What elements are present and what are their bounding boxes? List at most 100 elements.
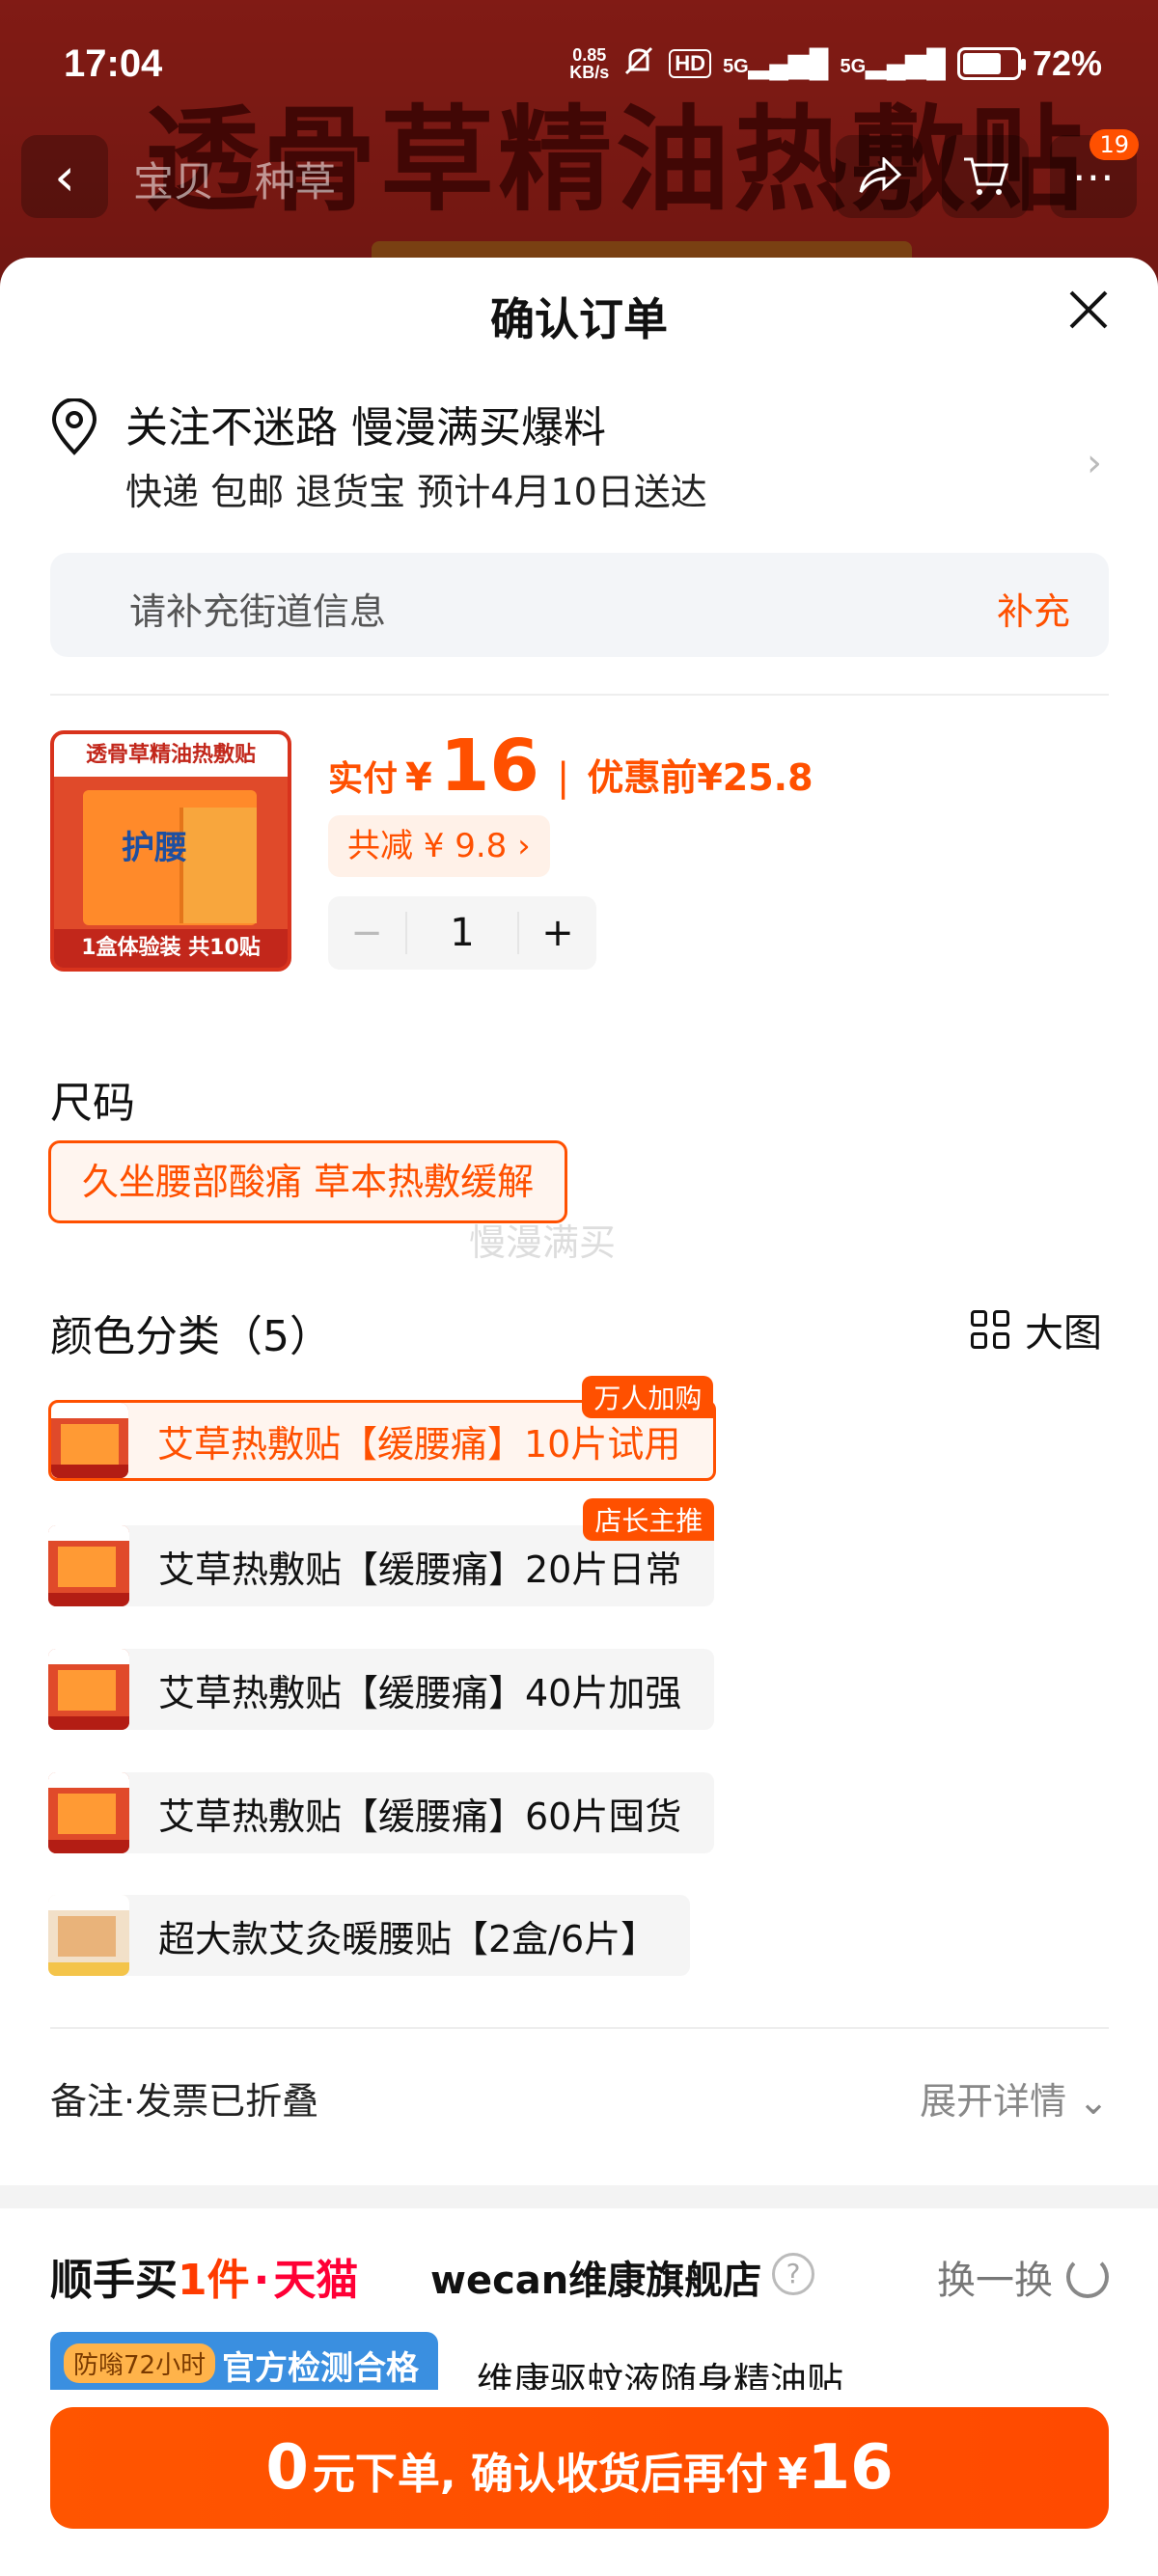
cart-button[interactable] [942,135,1029,218]
supplement-button[interactable]: 补充 [997,582,1070,635]
increment-button[interactable]: + [519,911,596,955]
variant-thumbnail [48,1649,129,1730]
status-bar: 17:04 0.85 KB/s HD 5G▂▄▆█ 5G▂▄▆█ 72% [0,0,1158,130]
variant-thumbnail [51,1403,128,1478]
before-amount: ¥25.8 [697,756,813,799]
size-option[interactable]: 久坐腰部酸痛 草本热敷缓解 [48,1140,568,1223]
addon-brand-num: 1件 [178,2256,250,2305]
cta-zero: 0 [265,2432,309,2504]
before-label: 优惠前 [587,756,698,799]
divider [50,2027,1109,2029]
price-row: 实付 ¥ 16 | 优惠前 ¥25.8 [328,725,813,808]
variant-thumbnail [48,1895,129,1976]
variant-tag: 店长主推 [583,1498,715,1541]
pay-amount: 16 [439,725,539,808]
mute-icon [620,42,657,84]
address-section[interactable]: 关注不迷路 慢漫满买爆料 快递 包邮 退货宝 预计4月10日送达 › [50,393,1112,518]
notes-label: 备注·发票已折叠 [50,2080,319,2123]
grid-icon [971,1310,1009,1349]
share-icon [859,157,901,193]
variant-label: 艾草热敷贴【缓腰痛】40片加强 [158,1671,682,1714]
network-speed: 0.85 KB/s [569,46,609,81]
share-button[interactable] [836,135,923,218]
divider [50,694,1109,696]
variant-label: 艾草热敷贴【缓腰痛】60片囤货 [158,1795,682,1838]
addon-badge-text: 官方检测合格 [222,2349,419,2388]
tmall-label: 天猫 [273,2256,359,2305]
battery-icon [956,46,1026,80]
cta-text: 元下单, 确认收货后再付 [312,2450,768,2499]
pay-label: 实付 [328,759,399,799]
submit-order-button[interactable]: 0 元下单, 确认收货后再付 ¥ 16 [50,2407,1109,2529]
variant-label: 超大款艾灸暖腰贴【2盒/6片】 [158,1917,658,1960]
confirm-order-sheet: 确认订单 关注不迷路 慢漫满买爆料 快递 包邮 退货宝 预计4月10日送达 › … [0,258,1158,2576]
variant-label: 艾草热敷贴【缓腰痛】20片日常 [158,1548,682,1591]
cta-amount: 16 [807,2432,894,2504]
color-option-2[interactable]: 艾草热敷贴【缓腰痛】20片日常 店长主推 [48,1498,715,1606]
addon-badge-pill: 防嗡72小时 [64,2343,216,2383]
swap-label: 换一换 [937,2259,1053,2303]
help-icon[interactable]: ? [772,2253,814,2295]
chevron-left-icon: ‹ [54,146,75,207]
network-speed-unit: KB/s [569,62,610,82]
signal-5g-icon-2: 5G▂▄▆█ [840,48,946,78]
product-tabs: 宝贝 种草 [133,150,336,208]
variant-thumbnail [48,1772,129,1853]
back-button[interactable]: ‹ [21,135,108,218]
addon-header: 顺手买1件·天猫 wecan维康旗舰店 ? 换一换 [50,2245,1109,2305]
status-indicators: 0.85 KB/s HD 5G▂▄▆█ 5G▂▄▆█ 72% [569,42,1102,84]
addon-dot: · [253,2256,270,2305]
sheet-title: 确认订单 [490,293,668,345]
color-option-3[interactable]: 艾草热敷贴【缓腰痛】40片加强 [48,1649,715,1730]
tab-item[interactable]: 宝贝 [133,150,214,208]
addon-product-name: 维康驱蚊液随身精油贴 [477,2360,844,2390]
street-hint-text: 请补充街道信息 [129,590,387,633]
pay-currency: ¥ [405,755,432,800]
variant-tag: 万人加购 [582,1376,714,1418]
more-button[interactable]: ⋯ 19 [1050,129,1139,218]
price-separator: | [556,755,570,800]
variant-label: 艾草热敷贴【缓腰痛】10片试用 [157,1422,681,1466]
tab-grass[interactable]: 种草 [255,150,336,208]
watermark-text: 慢漫满买 [469,1221,617,1264]
product-image-title: 透骨草精油热敷贴 [54,734,288,777]
close-button[interactable] [1062,283,1116,337]
quantity-value[interactable]: 1 [405,912,519,954]
addon-brand: 顺手买1件·天猫 [50,2245,358,2307]
cart-count-badge: 19 [1089,129,1139,160]
addon-brand-prefix: 顺手买 [50,2256,178,2305]
network-speed-value: 0.85 [572,44,607,65]
location-pin-icon [51,398,97,455]
product-image[interactable]: 透骨草精油热敷贴 护腰 1盒体验装 共10贴 [50,730,291,972]
product-image-caption: 1盒体验装 共10贴 [54,929,288,968]
color-label: 颜色分类（5） [50,1312,332,1361]
color-option-5[interactable]: 超大款艾灸暖腰贴【2盒/6片】 [48,1895,691,1976]
color-option-1[interactable]: 艾草热敷贴【缓腰痛】10片试用 万人加购 [48,1376,717,1481]
product-image-label: 护腰 [122,829,187,867]
street-info-prompt[interactable]: 请补充街道信息 补充 [50,553,1109,657]
color-option-4[interactable]: 艾草热敷贴【缓腰痛】60片囤货 [48,1772,715,1853]
addon-product[interactable]: 防嗡72小时 官方检测合格 维康驱蚊液随身精油贴 [50,2332,1109,2390]
battery-fill [962,52,1001,74]
savings-chip[interactable]: 共减 ¥ 9.8 › [328,815,550,877]
status-time: 17:04 [64,42,163,85]
chevron-right-icon: › [1087,441,1102,485]
cart-icon [964,157,1008,195]
swap-button[interactable]: 换一换 [937,2249,1109,2305]
recipient-line: 关注不迷路 慢漫满买爆料 [125,403,606,452]
big-image-toggle[interactable]: 大图 [971,1302,1102,1357]
product-box-side [179,808,257,923]
cta-currency: ¥ [777,2450,808,2499]
delivery-info: 快递 包邮 退货宝 预计4月10日送达 [125,471,707,513]
size-label: 尺码 [50,1079,135,1128]
signal-5g-icon: 5G▂▄▆█ [723,48,829,78]
expand-details-button[interactable]: 展开详情 ⌄ [920,2071,1109,2124]
close-icon [1069,290,1108,329]
decrement-button[interactable]: − [328,911,405,955]
refresh-icon [1066,2256,1109,2298]
variant-thumbnail [48,1525,129,1606]
hd-icon: HD [669,48,712,78]
section-separator [0,2185,1158,2208]
addon-store-name[interactable]: wecan维康旗舰店 [430,2249,761,2305]
quantity-stepper: − 1 + [328,896,596,970]
